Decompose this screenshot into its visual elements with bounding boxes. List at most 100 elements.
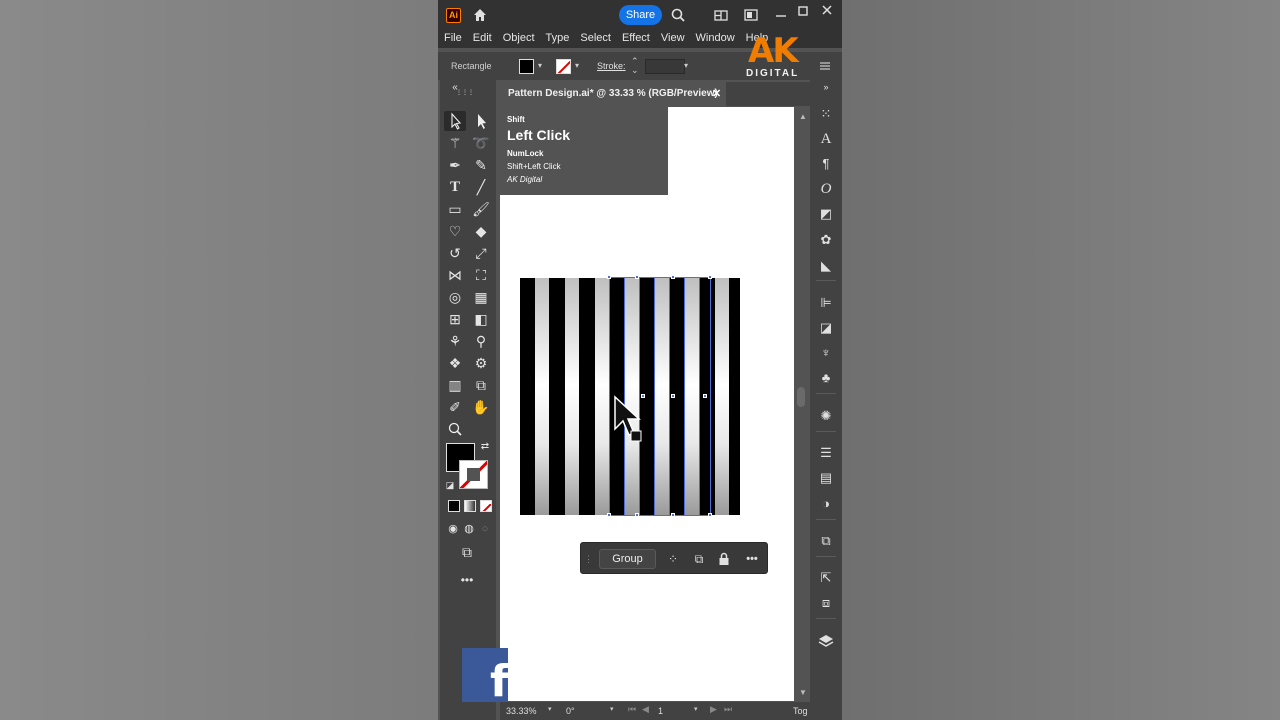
blend-tool-icon[interactable]: ⚘ <box>444 331 466 351</box>
menu-effect[interactable]: Effect <box>622 30 650 48</box>
change-screen-mode-icon[interactable]: ⧉ <box>456 542 478 562</box>
artboard-dropdown-icon[interactable]: ▾ <box>694 705 698 713</box>
default-fill-stroke-icon[interactable]: ◪ <box>443 478 457 492</box>
screen-mode-icon[interactable] <box>744 8 758 22</box>
eraser-tool-icon[interactable]: ◆ <box>470 221 492 241</box>
color-mode-icon[interactable] <box>448 500 460 512</box>
rotation-dropdown-icon[interactable]: ▾ <box>610 705 614 713</box>
minimize-icon[interactable] <box>774 8 788 22</box>
none-mode-icon[interactable] <box>480 500 492 512</box>
shaper-tool-icon[interactable]: ♡ <box>444 221 466 241</box>
last-artboard-icon[interactable]: ⏭ <box>724 704 732 715</box>
pathfinder-panel-icon[interactable]: ◪ <box>816 318 836 338</box>
fill-swatch[interactable] <box>519 59 534 74</box>
first-artboard-icon[interactable]: ⏮ <box>628 704 636 715</box>
menu-type[interactable]: Type <box>546 30 570 48</box>
gradient-mode-icon[interactable] <box>464 500 476 512</box>
direct-selection-tool-icon[interactable] <box>470 111 492 131</box>
close-tab-icon[interactable]: ✕ <box>712 82 721 106</box>
share-button[interactable]: Share <box>619 5 662 25</box>
live-paint-tool-icon[interactable]: ⚙ <box>470 353 492 373</box>
stroke-dropdown-icon[interactable]: ▾ <box>575 61 579 70</box>
fill-dropdown-icon[interactable]: ▾ <box>538 61 542 70</box>
magic-wand-tool-icon[interactable]: ⚚ <box>444 133 466 153</box>
scroll-up-icon[interactable]: ▲ <box>795 109 811 125</box>
rotate-tool-icon[interactable]: ↺ <box>444 243 466 263</box>
mesh-tool-icon[interactable]: ⊞ <box>444 309 466 329</box>
perspective-grid-tool-icon[interactable]: ▦ <box>470 287 492 307</box>
symbol-sprayer-tool-icon[interactable]: ❖ <box>444 353 466 373</box>
artboard-canvas[interactable]: Shift Left Click NumLock Shift+Left Clic… <box>500 107 794 701</box>
menu-edit[interactable]: Edit <box>473 30 492 48</box>
character-panel-icon[interactable]: A <box>816 129 836 149</box>
status-toggle-label[interactable]: Tog <box>793 704 808 718</box>
lasso-tool-icon[interactable]: ➰ <box>470 133 492 153</box>
vertical-scrollbar[interactable]: ▲ ▼ <box>794 107 808 701</box>
menu-view[interactable]: View <box>661 30 685 48</box>
export-panel-icon[interactable]: ⇱ <box>816 568 836 588</box>
anchor-point[interactable] <box>708 513 712 517</box>
grip-icon[interactable]: ⋮⋮⋮ <box>454 90 476 96</box>
previous-artboard-icon[interactable]: ◀ <box>642 704 649 715</box>
swatches-panel-icon[interactable]: ◩ <box>816 204 836 224</box>
maximize-icon[interactable] <box>796 4 810 18</box>
anchor-point[interactable] <box>607 275 611 279</box>
menu-file[interactable]: File <box>444 30 462 48</box>
arrange-documents-icon[interactable] <box>714 8 728 22</box>
scale-tool-icon[interactable]: ⤢ <box>470 243 492 263</box>
hand-tool-icon[interactable]: ✋ <box>470 397 492 417</box>
search-icon[interactable] <box>671 8 685 22</box>
align-panel-icon[interactable]: ⊫ <box>816 293 836 313</box>
graphic-styles-panel-icon[interactable]: ✺ <box>816 406 836 426</box>
zoom-tool-icon[interactable] <box>444 419 466 439</box>
rectangle-tool-icon[interactable]: ▭ <box>444 199 466 219</box>
anchor-point[interactable] <box>703 394 707 398</box>
duplicate-icon[interactable]: ⧉ <box>691 551 707 567</box>
artboard-number-field[interactable]: 1 <box>658 704 698 718</box>
anchor-point[interactable] <box>708 275 712 279</box>
document-tab[interactable]: Pattern Design.ai* @ 33.33 % (RGB/Previe… <box>500 82 726 106</box>
paintbrush-tool-icon[interactable]: 🖌 <box>470 199 492 219</box>
stroke-stepper-icon[interactable]: ⌃ ⌄ <box>631 57 639 75</box>
slice-tool-icon[interactable]: ✐ <box>444 397 466 417</box>
expand-panels-icon[interactable]: » <box>816 82 836 92</box>
group-button[interactable]: Group <box>599 549 656 569</box>
anchor-point[interactable] <box>671 394 675 398</box>
transparency-panel-icon[interactable]: ◑ <box>816 494 836 514</box>
next-artboard-icon[interactable]: ▶ <box>710 704 717 715</box>
appearance-panel-icon[interactable]: ⧉ <box>816 531 836 551</box>
symbols-panel-icon[interactable]: ♣ <box>816 368 836 388</box>
anchor-point[interactable] <box>671 275 675 279</box>
stroke-panel-icon[interactable]: ☰ <box>816 443 836 463</box>
anchor-point[interactable] <box>635 513 639 517</box>
artboards-panel-icon[interactable]: ⧈ <box>816 593 836 613</box>
gradient-panel-icon[interactable]: ◣ <box>816 256 836 276</box>
rotation-field[interactable]: 0° <box>566 704 616 718</box>
anchor-point[interactable] <box>635 275 639 279</box>
swap-fill-stroke-icon[interactable]: ⇄ <box>478 440 492 454</box>
stroke-weight-dropdown-icon[interactable]: ▾ <box>684 61 688 70</box>
color-guide-panel-icon[interactable]: ✿ <box>816 230 836 250</box>
menu-select[interactable]: Select <box>580 30 611 48</box>
task-bar-grip-icon[interactable]: ⋮ <box>584 551 593 567</box>
menu-object[interactable]: Object <box>503 30 535 48</box>
stroke-label[interactable]: Stroke: <box>597 61 626 71</box>
column-graph-tool-icon[interactable]: ▥ <box>444 375 466 395</box>
shape-builder-tool-icon[interactable]: ◎ <box>444 287 466 307</box>
anchor-point[interactable] <box>607 513 611 517</box>
free-transform-tool-icon[interactable]: ⛶ <box>470 265 492 285</box>
selection-tool-icon[interactable] <box>444 111 466 131</box>
stroke-weight-field[interactable] <box>645 59 685 74</box>
width-tool-icon[interactable]: ⋈ <box>444 265 466 285</box>
close-icon[interactable] <box>820 3 834 17</box>
transform-panel-icon[interactable]: ⁙ <box>816 104 836 124</box>
edit-toolbar-icon[interactable]: ••• <box>456 570 478 590</box>
stroke-color-icon[interactable] <box>459 460 488 489</box>
panel-menu-icon[interactable] <box>818 59 832 73</box>
gradient-swatch-panel-icon[interactable]: ▤ <box>816 468 836 488</box>
more-options-icon[interactable]: ••• <box>741 551 763 567</box>
artboard-tool-icon[interactable]: ⧉ <box>470 375 492 395</box>
line-segment-tool-icon[interactable]: ╱ <box>470 177 492 197</box>
draw-inside-icon[interactable]: ○ <box>474 519 496 539</box>
layers-icon[interactable] <box>816 631 836 651</box>
